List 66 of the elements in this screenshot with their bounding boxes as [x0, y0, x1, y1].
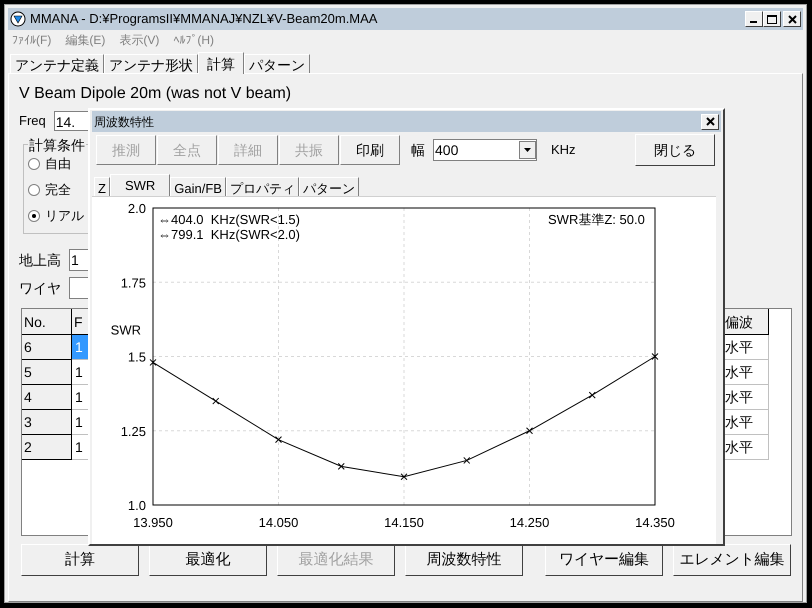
tab[interactable]: アンテナ定義: [10, 54, 104, 73]
app-icon: [10, 11, 26, 27]
action-button[interactable]: 最適化: [149, 544, 267, 576]
y-tick-label: 1.0: [128, 498, 146, 513]
radio-label: 完全: [45, 181, 71, 200]
close-dialog-button[interactable]: 閉じる: [635, 134, 715, 166]
y-tick-label: 1.5: [128, 350, 146, 364]
width-value: 400: [434, 140, 460, 160]
column-header: No.: [22, 309, 72, 335]
data-point-marker: [338, 462, 345, 470]
chart-tab[interactable]: SWR: [110, 174, 170, 196]
data-point-marker: [588, 392, 596, 399]
radio-label: 自由: [45, 155, 71, 174]
x-tick-label: 14.150: [384, 515, 424, 530]
x-tick-label: 13.950: [133, 515, 173, 530]
action-button[interactable]: 周波数特性: [405, 544, 523, 576]
close-icon: [788, 14, 796, 24]
radio-button[interactable]: [28, 210, 40, 222]
wire-label: ワイヤ: [19, 278, 61, 298]
action-button[interactable]: エレメント編集: [673, 544, 791, 576]
data-point-marker: [526, 427, 533, 434]
antenna-name: V Beam Dipole 20m (was not V beam): [19, 84, 292, 104]
y-tick-label: 1.25: [120, 424, 146, 439]
toolbar-button[interactable]: 印刷: [340, 135, 400, 165]
tab[interactable]: アンテナ形状: [104, 54, 198, 73]
tab[interactable]: 計算: [198, 52, 244, 74]
close-icon: [706, 117, 714, 126]
row-header[interactable]: 5: [22, 360, 72, 385]
data-point-marker: [400, 473, 408, 480]
data-point-marker: [212, 398, 220, 405]
row-header[interactable]: 2: [22, 435, 72, 460]
window-title: MMANA - D:¥ProgramsII¥MMANAJ¥NZL¥V-Beam20m.MAA: [30, 10, 378, 28]
data-point-marker: [275, 436, 282, 444]
dropdown-button[interactable]: [519, 141, 536, 159]
radio-button[interactable]: [28, 184, 40, 196]
bandwidth-note: ⇔404.0 KHz(SWR<1.5): [158, 212, 300, 227]
action-button[interactable]: 計算: [21, 544, 139, 576]
tab[interactable]: パターン: [244, 54, 310, 73]
caret-icon: [524, 148, 531, 152]
width-dropdown[interactable]: 400: [433, 139, 537, 161]
reference-impedance: SWR基準Z: 50.0: [548, 212, 645, 227]
row-header[interactable]: 4: [22, 385, 72, 410]
row-header[interactable]: 6: [22, 335, 72, 360]
close-button[interactable]: [783, 11, 801, 27]
dialog-close-button[interactable]: [701, 114, 719, 130]
x-tick-label: 14.350: [635, 515, 675, 530]
bandwidth-note: ⇔799.1 KHz(SWR<2.0): [158, 227, 300, 242]
width-label: 幅: [411, 140, 425, 160]
radio-button[interactable]: [28, 158, 40, 170]
freq-label: Freq: [19, 112, 46, 130]
ground-height-label: 地上高: [19, 250, 61, 270]
row-header[interactable]: 3: [22, 410, 72, 435]
minimize-button[interactable]: [745, 11, 763, 27]
x-tick-label: 14.050: [258, 515, 298, 530]
maximize-icon: [767, 14, 777, 24]
y-tick-label: 1.75: [120, 275, 146, 290]
maximize-button[interactable]: [763, 11, 781, 27]
x-tick-label: 14.250: [510, 515, 550, 530]
data-point-marker: [150, 358, 156, 366]
action-button[interactable]: ワイヤー編集: [545, 544, 663, 576]
y-tick-label: 2.0: [128, 201, 146, 216]
data-point-marker: [463, 456, 470, 464]
data-point-marker: [652, 353, 658, 360]
width-unit: KHz: [551, 141, 576, 160]
radio-label: リアル: [45, 207, 84, 226]
column-header: 偏波: [723, 309, 769, 335]
